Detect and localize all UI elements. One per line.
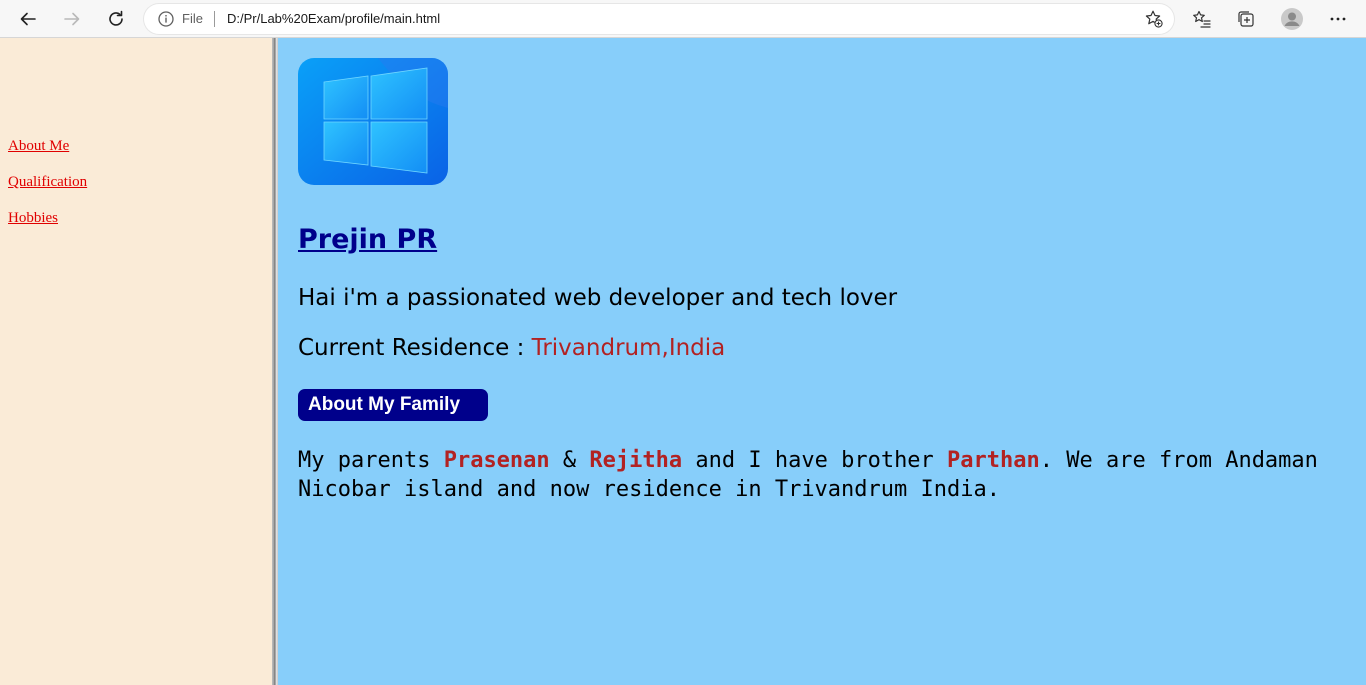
file-label: File [182,11,203,26]
intro-text: Hai i'm a passionated web developer and … [298,285,898,311]
sidebar-link-hobbies[interactable]: Hobbies [8,210,58,227]
residence-value: Trivandrum,India [531,335,726,361]
address-separator [214,11,215,27]
sidebar-link-about-me[interactable]: About Me [8,138,69,155]
address-bar[interactable]: File D:/Pr/Lab%20Exam/profile/main.html [144,4,1174,34]
url-text[interactable]: D:/Pr/Lab%20Exam/profile/main.html [227,11,440,27]
parent-name-1: Prasenan [443,448,550,473]
back-arrow-icon[interactable] [13,4,43,34]
sidebar-link-qualification[interactable]: Qualification [8,174,87,191]
about-family-heading: About My Family [298,389,488,421]
main-frame: Prejin PR Hai i'm a passionated web deve… [278,38,1366,685]
favorites-list-icon[interactable] [1187,4,1217,34]
brother-name: Parthan [947,448,1040,473]
family-text-3: and I have brother [682,448,948,473]
info-icon[interactable] [157,10,175,28]
family-text-2: & [549,448,590,473]
forward-arrow-icon[interactable] [57,4,87,34]
collections-icon[interactable] [1231,4,1261,34]
current-residence: Current Residence : Trivandrum,India [298,333,725,363]
family-text-1: My parents [298,448,444,473]
parent-name-2: Rejitha [589,448,683,473]
residence-label: Current Residence : [298,335,532,361]
sidebar-frame: About Me Qualification Hobbies [0,38,272,685]
refresh-icon[interactable] [101,4,131,34]
browser-toolbar: File D:/Pr/Lab%20Exam/profile/main.html [0,0,1366,38]
family-paragraph: My parents Prasenan & Rejitha and I have… [298,446,1366,504]
more-menu-icon[interactable] [1323,4,1353,34]
profile-avatar-icon[interactable] [1277,4,1307,34]
windows-logo [298,58,448,185]
add-favorite-star-icon[interactable] [1144,9,1164,29]
profile-name-heading[interactable]: Prejin PR [298,222,437,258]
